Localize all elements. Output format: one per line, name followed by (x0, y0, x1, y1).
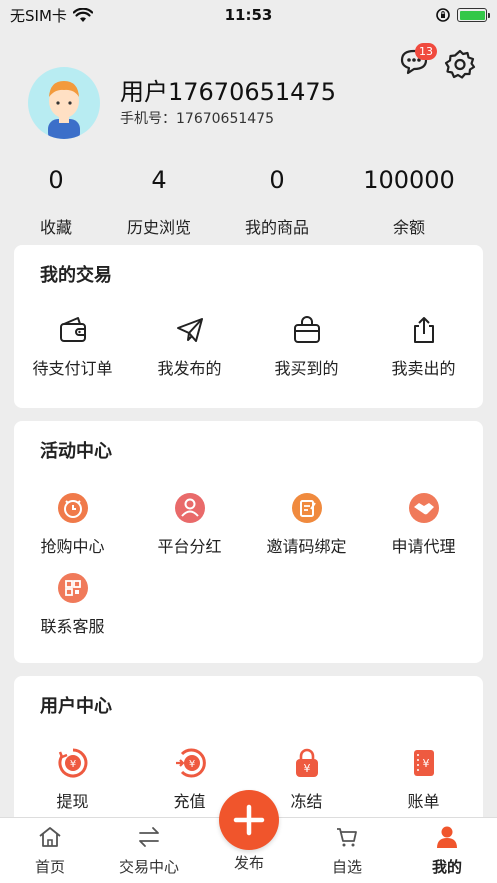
gear-icon (444, 49, 476, 79)
stat-value: 100000 (363, 166, 455, 194)
edit-note-icon (291, 493, 322, 523)
apply-agent[interactable]: 申请代理 (365, 491, 482, 557)
card-title: 我的交易 (40, 265, 112, 286)
item-label: 我发布的 (157, 359, 222, 378)
publish-label: 发布 (233, 854, 264, 872)
stat-label: 历史浏览 (126, 218, 191, 237)
orientation-lock-icon (436, 8, 450, 22)
flash-sale-center[interactable]: 抢购中心 (14, 491, 131, 557)
status-bar: 无SIM卡 11:53 (0, 0, 497, 30)
platform-dividend[interactable]: 平台分红 (131, 491, 248, 557)
stat-value: 4 (151, 166, 167, 194)
svg-text:¥: ¥ (188, 759, 194, 770)
cart-icon (337, 828, 357, 847)
item-label: 抢购中心 (40, 537, 105, 556)
card-title: 活动中心 (40, 441, 112, 462)
pending-payment-orders[interactable]: 待支付订单 (14, 313, 131, 379)
phone-line: 手机号：17670651475 (120, 108, 274, 128)
svg-text:¥: ¥ (303, 762, 310, 775)
item-label: 提现 (56, 792, 89, 811)
stat-history[interactable]: 4 历史浏览 (97, 160, 221, 238)
status-right (435, 7, 490, 23)
message-count-badge: 13 (415, 43, 437, 60)
withdraw-yen-icon: ¥ (58, 748, 87, 778)
lock-yen-icon: ¥ (295, 748, 318, 777)
item-label: 邀请码绑定 (266, 537, 347, 556)
paper-plane-icon (176, 318, 203, 342)
battery-icon (457, 8, 490, 22)
stat-label: 余额 (392, 218, 425, 237)
invite-code-binding[interactable]: 邀请码绑定 (248, 491, 365, 557)
tab-label: 首页 (34, 858, 65, 876)
tab-label: 我的 (431, 858, 462, 876)
settings-button[interactable] (444, 48, 476, 80)
user-icon (174, 493, 205, 523)
bill[interactable]: ¥ 账单 (365, 746, 482, 812)
card-title: 用户中心 (40, 696, 112, 717)
my-sold[interactable]: 我卖出的 (365, 313, 482, 379)
stats-row: 0 收藏 4 历史浏览 0 我的商品 100000 余额 (0, 160, 497, 240)
item-label: 待支付订单 (32, 359, 113, 378)
tab-home[interactable]: 首页 (0, 824, 100, 877)
tab-trading-center[interactable]: 交易中心 (99, 824, 199, 877)
contact-customer-service[interactable]: 联系客服 (14, 571, 131, 637)
profile-header: 用户17670651475 手机号：17670651475 13 (0, 30, 497, 150)
tab-mine[interactable]: 我的 (397, 824, 497, 877)
phone-number: 17670651475 (176, 111, 274, 127)
bill-yen-icon: ¥ (413, 750, 434, 776)
avatar-icon (48, 81, 80, 139)
stat-my-products[interactable]: 0 我的商品 (215, 160, 339, 238)
item-label: 我买到的 (274, 359, 339, 378)
my-trades-card: 我的交易 待支付订单 我发布的 我买到的 我卖出的 (14, 245, 483, 408)
publish-button[interactable] (219, 790, 279, 850)
alarm-clock-icon (57, 493, 88, 523)
stat-value: 0 (269, 166, 285, 194)
item-label: 我卖出的 (391, 359, 456, 378)
withdraw[interactable]: ¥ 提现 (14, 746, 131, 812)
tab-label: 交易中心 (118, 858, 179, 876)
tab-label: 自选 (331, 858, 362, 876)
item-label: 账单 (407, 792, 440, 811)
tab-watchlist[interactable]: 自选 (297, 824, 397, 877)
recharge-yen-icon: ¥ (175, 748, 206, 778)
status-left: 无SIM卡 (10, 5, 93, 26)
item-label: 联系客服 (40, 617, 105, 636)
qr-code-icon (57, 573, 88, 603)
item-label: 申请代理 (391, 537, 456, 556)
my-published[interactable]: 我发布的 (131, 313, 248, 379)
plus-icon (233, 804, 265, 836)
activity-center-card: 活动中心 抢购中心 平台分红 邀请码绑定 申请代理 联系客服 (14, 421, 483, 663)
stat-label: 我的商品 (244, 218, 309, 237)
share-icon (413, 317, 434, 343)
svg-text:¥: ¥ (69, 759, 75, 770)
username: 用户17670651475 (120, 78, 336, 106)
my-bought[interactable]: 我买到的 (248, 313, 365, 379)
item-label: 平台分红 (157, 537, 222, 556)
phone-label: 手机号： (120, 111, 176, 127)
home-icon (39, 827, 61, 847)
shopping-bag-icon (293, 316, 320, 343)
person-icon (437, 826, 457, 848)
svg-text:¥: ¥ (422, 757, 429, 770)
wallet-icon (59, 317, 86, 342)
exchange-icon (139, 827, 159, 847)
wifi-icon (72, 7, 93, 22)
avatar[interactable] (28, 67, 100, 139)
stat-balance[interactable]: 100000 余额 (347, 160, 471, 238)
carrier-text: 无SIM卡 (10, 6, 67, 25)
handshake-icon (408, 493, 439, 523)
